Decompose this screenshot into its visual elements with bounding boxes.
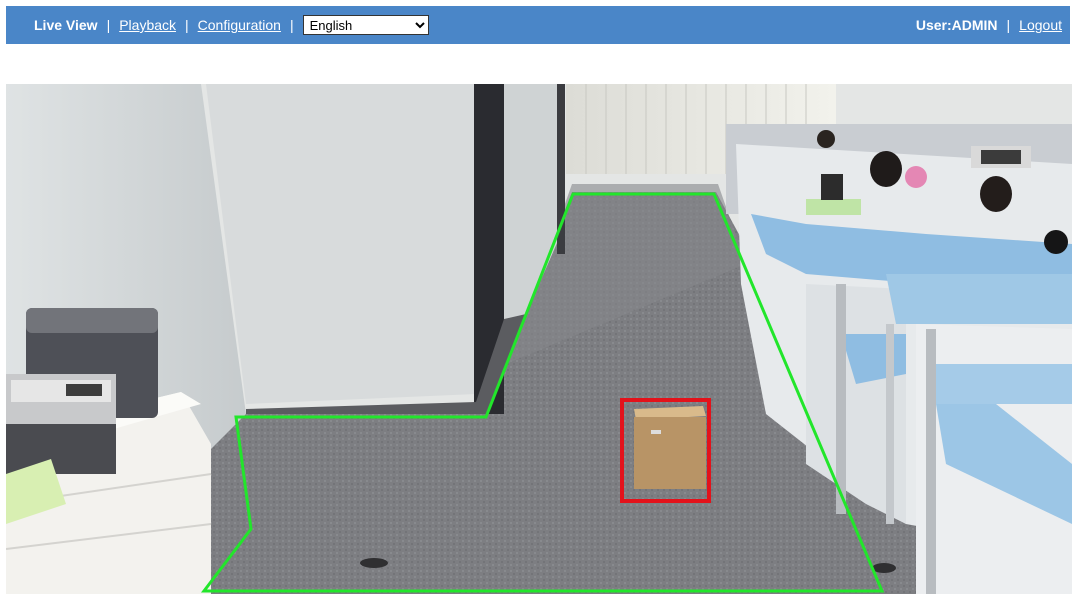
- nav-playback[interactable]: Playback: [119, 17, 176, 33]
- user-separator: |: [1006, 17, 1011, 33]
- floor-vent: [360, 558, 388, 568]
- logout-link[interactable]: Logout: [1019, 17, 1062, 33]
- cardboard-box: [634, 406, 706, 489]
- camera-frame: [6, 84, 1072, 594]
- main-nav: Live View | Playback | Configuration | E…: [34, 15, 429, 35]
- floor-vent: [872, 563, 896, 573]
- user-area: User:ADMIN | Logout: [916, 17, 1062, 33]
- top-navigation-bar: Live View | Playback | Configuration | E…: [6, 6, 1070, 44]
- live-video-view[interactable]: [6, 84, 1072, 594]
- user-label: User:ADMIN: [915, 17, 998, 33]
- language-select[interactable]: English: [302, 15, 429, 35]
- nav-live-view[interactable]: Live View: [34, 17, 98, 33]
- nav-separator: |: [106, 17, 111, 33]
- nav-configuration[interactable]: Configuration: [198, 17, 281, 33]
- nav-separator: |: [185, 17, 189, 33]
- nav-separator: |: [289, 17, 294, 33]
